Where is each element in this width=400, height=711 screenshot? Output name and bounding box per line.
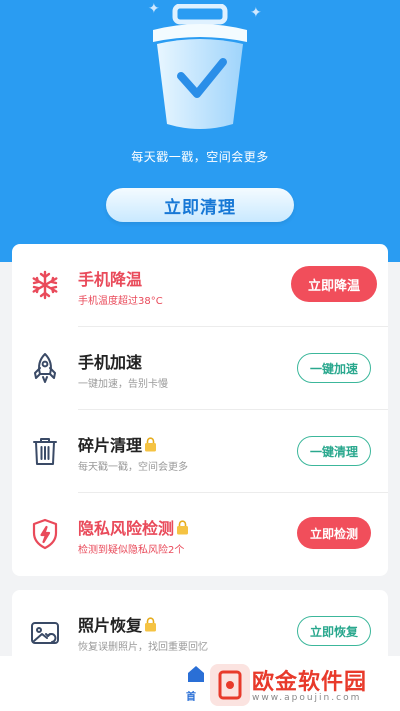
lock-icon [177,520,189,535]
watermark-text: 欧金软件园 [252,670,368,695]
feature-card: 手机降温 手机温度超过38°C 立即降温 手机加速 一键加速，告别卡慢 一键加速 [12,244,388,576]
photo-recover-button[interactable]: 立即恢复 [297,616,371,646]
snowflake-icon [32,270,58,300]
shield-icon [32,518,58,550]
clean-now-button[interactable]: 立即清理 [106,188,294,222]
feature-title-text: 碎片清理 [78,436,143,455]
feature-title-text: 照片恢复 [78,616,143,635]
feature-subtitle: 检测到疑似隐私风险2个 [78,545,185,556]
slogan-text: 每天戳一戳，空间会更多 [131,150,269,164]
feature-subtitle: 手机温度超过38°C [78,296,163,307]
cool-down-button[interactable]: 立即降温 [291,266,377,302]
privacy-check-button[interactable]: 立即检测 [297,517,371,549]
home-tab-icon[interactable] [186,664,206,684]
photo-icon [31,622,59,644]
feature-row-cooling[interactable]: 手机降温 手机温度超过38°C 立即降温 [12,244,388,326]
feature-row-privacy-check[interactable]: 隐私风险检测 检测到疑似隐私风险2个 立即检测 [12,493,388,575]
lock-icon [145,437,157,452]
feature-row-junk-clean[interactable]: 碎片清理 每天戳一戳，空间会更多 一键清理 [12,410,388,492]
junk-clean-button[interactable]: 一键清理 [297,436,371,466]
trash-bin-check-icon [153,4,247,129]
feature-title: 碎片清理 [78,432,157,456]
feature-title: 手机加速 [78,353,143,372]
feature-subtitle: 每天戳一戳，空间会更多 [78,462,188,473]
watermark-url: www.apoujin.com [252,693,362,703]
speed-up-button[interactable]: 一键加速 [297,353,371,383]
trash-icon [33,438,57,465]
lock-icon [145,617,157,632]
feature-title-text: 隐私风险检测 [78,519,175,538]
feature-title: 照片恢复 [78,612,157,636]
feature-title: 手机降温 [78,270,143,289]
feature-subtitle: 恢复误删照片，找回重要回忆 [78,642,208,653]
rocket-icon [34,353,56,383]
feature-row-speedup[interactable]: 手机加速 一键加速，告别卡慢 一键加速 [12,327,388,409]
tab-home-label[interactable]: 首 [186,688,196,703]
feature-subtitle: 一键加速，告别卡慢 [78,379,168,390]
feature-title: 隐私风险检测 [78,515,189,539]
hero-banner: ✦ ✦ 每天戳一戳，空间会更多 立即清理 [0,0,400,262]
